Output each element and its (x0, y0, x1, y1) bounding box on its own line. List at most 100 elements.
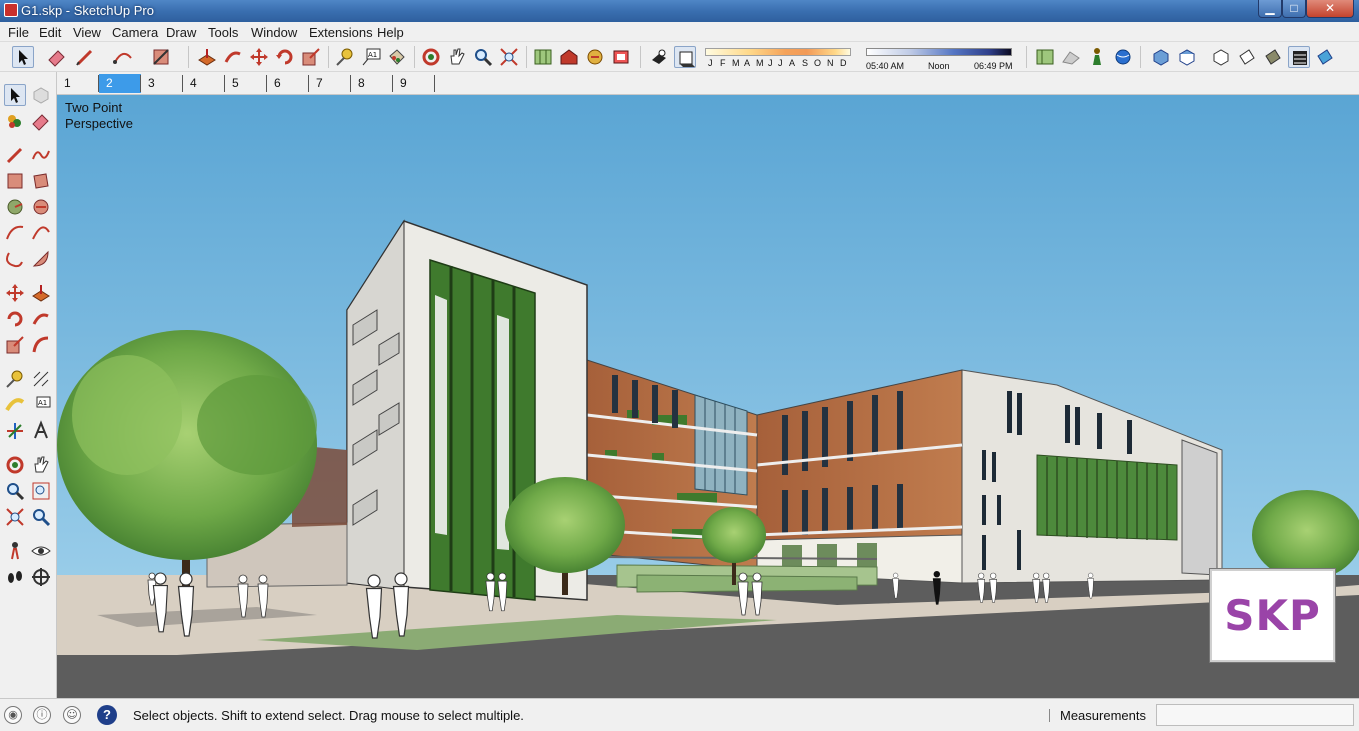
menu-extensions[interactable]: Extensions (309, 25, 373, 40)
measurements-input[interactable] (1156, 704, 1354, 726)
menu-view[interactable]: View (73, 25, 101, 40)
tape-measure-tool-button[interactable] (334, 46, 356, 68)
position-camera-button[interactable] (4, 540, 26, 562)
zoom-tool-button[interactable] (472, 46, 494, 68)
menu-draw[interactable]: Draw (166, 25, 196, 40)
protractor-button[interactable] (4, 394, 26, 416)
section-plane-button[interactable] (30, 566, 52, 588)
geo-location-status-icon[interactable]: ◉ (4, 706, 22, 724)
pie-button[interactable] (30, 248, 52, 270)
follow-me-tool-button[interactable] (222, 46, 244, 68)
line-tool-button[interactable] (74, 46, 96, 68)
rectangle-button[interactable] (4, 170, 26, 192)
orbit-button[interactable] (4, 454, 26, 476)
tape-measure-button[interactable] (4, 368, 26, 390)
warehouse-button[interactable] (558, 46, 580, 68)
style-shaded-button[interactable] (1262, 46, 1284, 68)
add-location-button[interactable] (1034, 46, 1056, 68)
style-monochrome-button[interactable] (1314, 46, 1336, 68)
eraser-tool-button[interactable] (46, 46, 68, 68)
scene-tab-3[interactable]: 3 (141, 74, 183, 93)
style-shaded-textures-button[interactable] (1288, 46, 1310, 68)
scene-tab-5[interactable]: 5 (225, 74, 267, 93)
menu-camera[interactable]: Camera (112, 25, 158, 40)
axes-button[interactable] (4, 420, 26, 442)
help-icon[interactable]: ? (97, 705, 117, 725)
style-hidden-line-button[interactable] (1236, 46, 1258, 68)
push-pull-tool-button[interactable] (196, 46, 218, 68)
zoom-extents-button[interactable] (4, 506, 26, 528)
three-point-arc-button[interactable] (4, 248, 26, 270)
dimension-button[interactable] (30, 368, 52, 390)
pan-button[interactable] (30, 454, 52, 476)
rectangle-tool-button[interactable] (150, 46, 172, 68)
menu-window[interactable]: Window (251, 25, 297, 40)
toggle-terrain-button[interactable] (1060, 46, 1082, 68)
follow-me-button[interactable] (30, 308, 52, 330)
3d-text-button[interactable] (30, 420, 52, 442)
arc-tool-button[interactable] (112, 46, 134, 68)
walk-button[interactable] (4, 566, 26, 588)
select-button[interactable] (4, 84, 26, 106)
two-point-arc-button[interactable] (30, 222, 52, 244)
photo-textures-button[interactable] (1086, 46, 1108, 68)
zoom-button[interactable] (4, 480, 26, 502)
geo-location-button[interactable] (532, 46, 554, 68)
share-model-button[interactable] (584, 46, 606, 68)
scene-tab-6[interactable]: 6 (267, 74, 309, 93)
preview-earth-button[interactable] (1112, 46, 1134, 68)
menu-tools[interactable]: Tools (208, 25, 238, 40)
model-viewport[interactable]: Two Point Perspective SKP (57, 95, 1359, 698)
menu-edit[interactable]: Edit (39, 25, 61, 40)
polygon-button[interactable] (30, 196, 52, 218)
make-component-button[interactable] (30, 84, 52, 106)
rotate-tool-button[interactable] (274, 46, 296, 68)
move-button[interactable] (4, 282, 26, 304)
user-account-icon[interactable]: ☺ (63, 706, 81, 724)
scene-tab-9[interactable]: 9 (393, 74, 435, 93)
shadow-date-slider[interactable]: J F M A M J J A S O N D (705, 46, 855, 68)
scale-tool-button[interactable] (300, 46, 322, 68)
eraser-button[interactable] (30, 110, 52, 132)
shadow-settings-button[interactable] (648, 46, 670, 68)
view-top-button[interactable] (1176, 46, 1198, 68)
menu-help[interactable]: Help (377, 25, 404, 40)
menu-file[interactable]: File (8, 25, 29, 40)
extension-warehouse-button[interactable] (610, 46, 632, 68)
rotate-button[interactable] (4, 308, 26, 330)
rotated-rectangle-button[interactable] (30, 170, 52, 192)
scene-tab-1[interactable]: 1 (57, 74, 99, 93)
zoom-extents-tool-button[interactable] (498, 46, 520, 68)
paint-bucket-button[interactable] (4, 110, 26, 132)
orbit-tool-button[interactable] (420, 46, 442, 68)
push-pull-button[interactable] (30, 282, 52, 304)
credits-status-icon[interactable]: ⓘ (33, 706, 51, 724)
offset-button[interactable] (30, 334, 52, 356)
style-xray-button[interactable] (1210, 46, 1232, 68)
toggle-shadows-button[interactable] (674, 46, 696, 68)
shadow-time-slider[interactable]: 05:40 AM Noon 06:49 PM (866, 46, 1016, 71)
move-tool-button[interactable] (248, 46, 270, 68)
freehand-button[interactable] (30, 144, 52, 166)
circle-button[interactable] (4, 196, 26, 218)
close-button[interactable]: ✕ (1306, 0, 1354, 18)
scene-tab-4[interactable]: 4 (183, 74, 225, 93)
pan-tool-button[interactable] (446, 46, 468, 68)
paint-bucket-tool-button[interactable] (386, 46, 408, 68)
sketchup-app-icon[interactable] (4, 3, 18, 17)
scene-tab-7[interactable]: 7 (309, 74, 351, 93)
select-tool-button[interactable] (12, 46, 34, 68)
previous-view-button[interactable] (30, 506, 52, 528)
minimize-button[interactable]: ▁ (1258, 0, 1282, 18)
text-tool-button[interactable]: A1 (360, 46, 382, 68)
scene-tab-2[interactable]: 2 (99, 74, 141, 93)
arc-button[interactable] (4, 222, 26, 244)
scale-button[interactable] (4, 334, 26, 356)
text-button[interactable]: A1 (30, 394, 52, 416)
look-around-button[interactable] (30, 540, 52, 562)
scene-tab-8[interactable]: 8 (351, 74, 393, 93)
maximize-button[interactable]: □ (1282, 0, 1306, 18)
line-button[interactable] (4, 144, 26, 166)
view-iso-button[interactable] (1150, 46, 1172, 68)
zoom-window-button[interactable] (30, 480, 52, 502)
